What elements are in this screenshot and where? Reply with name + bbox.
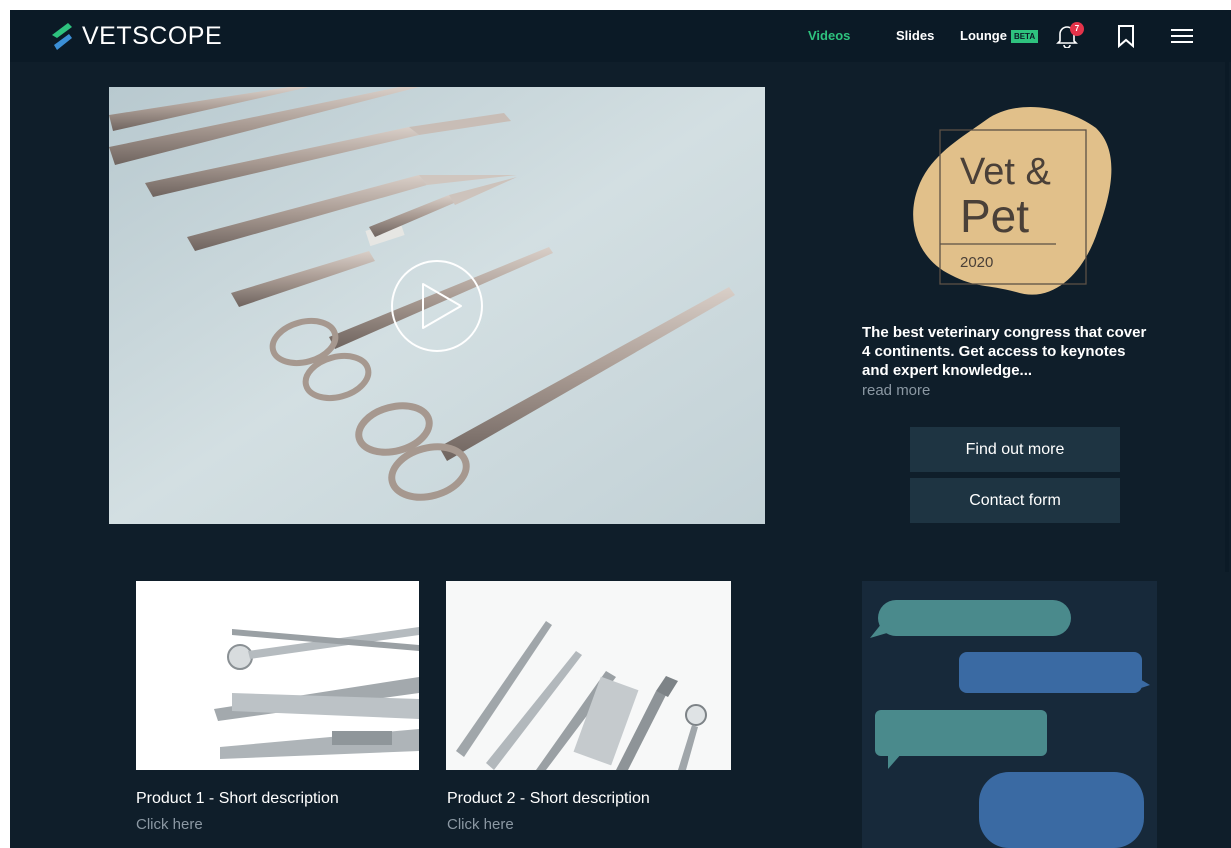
contact-form-button[interactable]: Contact form xyxy=(910,478,1120,523)
chat-bubble-4 xyxy=(979,772,1144,848)
chat-panel[interactable] xyxy=(862,581,1157,848)
video-player[interactable] xyxy=(109,87,765,524)
chat-bubble-3 xyxy=(875,710,1047,756)
bookmark-icon xyxy=(1118,25,1134,49)
vet-pet-logo-image: Vet & Pet 2020 xyxy=(913,106,1112,295)
brand-name: VETSCOPE xyxy=(82,21,223,50)
event-logo-line2: Pet xyxy=(960,190,1029,242)
find-out-more-button[interactable]: Find out more xyxy=(910,427,1120,472)
bookmarks-button[interactable] xyxy=(1117,24,1135,53)
app-window: VETSCOPE Videos Slides Lounge BETA 7 Vet… xyxy=(10,10,1231,848)
beta-badge: BETA xyxy=(1010,30,1039,43)
chat-bubble-2 xyxy=(959,652,1142,693)
play-button[interactable] xyxy=(389,258,485,359)
product-1-link[interactable]: Click here xyxy=(136,816,203,833)
event-logo-line1: Vet & xyxy=(960,151,1051,193)
scrollbar[interactable] xyxy=(1225,62,1229,572)
chat-bubble-1 xyxy=(878,600,1071,636)
nav-lounge[interactable]: Lounge BETA xyxy=(960,28,1039,43)
notifications-button[interactable]: 7 xyxy=(1056,22,1084,49)
event-logo: Vet & Pet 2020 xyxy=(906,100,1116,305)
chat-illustration xyxy=(870,600,1150,848)
product-1-image[interactable] xyxy=(136,581,419,770)
product-2-image[interactable] xyxy=(446,581,731,770)
product-2-title: Product 2 - Short description xyxy=(447,790,650,807)
nav-videos[interactable]: Videos xyxy=(808,28,850,43)
vetscope-logo-icon xyxy=(52,23,72,50)
notification-count-badge: 7 xyxy=(1070,22,1084,36)
event-description: The best veterinary congress that cover … xyxy=(862,324,1147,379)
product-1-title: Product 1 - Short description xyxy=(136,790,339,807)
nav-lounge-label: Lounge xyxy=(960,28,1007,43)
play-icon xyxy=(391,260,483,352)
product-2-link[interactable]: Click here xyxy=(447,816,514,833)
brand-logo[interactable]: VETSCOPE xyxy=(50,20,222,52)
top-navbar: VETSCOPE Videos Slides Lounge BETA 7 xyxy=(10,10,1231,62)
nav-slides[interactable]: Slides xyxy=(896,28,934,43)
hamburger-menu-icon xyxy=(1171,29,1193,43)
dental-tools-image xyxy=(136,581,419,770)
dental-instruments-image xyxy=(446,581,731,770)
event-logo-year: 2020 xyxy=(960,254,993,271)
menu-button[interactable] xyxy=(1170,27,1194,50)
read-more-link[interactable]: read more xyxy=(862,382,930,399)
